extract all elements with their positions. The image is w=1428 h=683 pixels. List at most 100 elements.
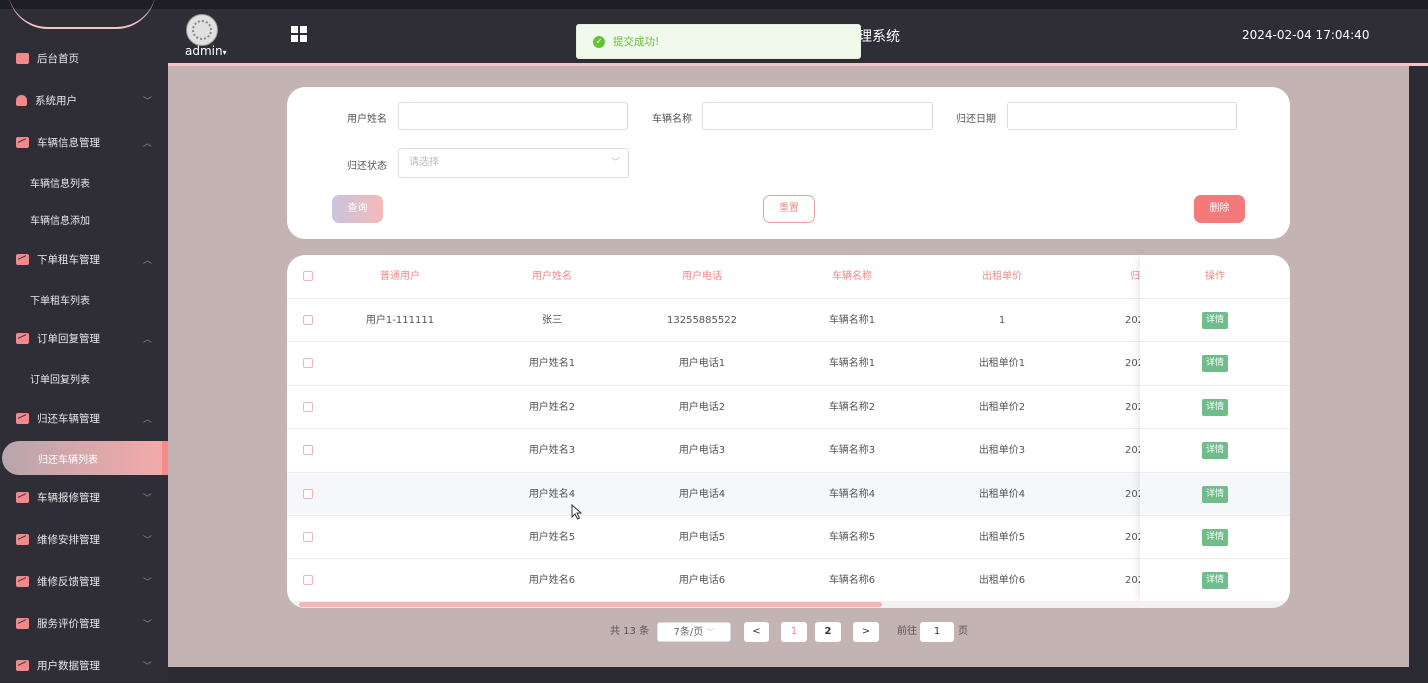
reset-button[interactable]: 重置 xyxy=(763,195,815,223)
page-2-button[interactable]: 2 xyxy=(815,622,841,642)
row-checkbox[interactable] xyxy=(303,532,313,542)
table-cell: 用户电话6 xyxy=(678,575,726,587)
sidebar-subitem-vehicle-add[interactable]: 车辆信息添加 xyxy=(0,202,168,236)
return-status-select[interactable]: 请选择 ﹀ xyxy=(398,148,629,178)
detail-button[interactable]: 详情 xyxy=(1202,398,1228,416)
sidebar-item-label: 归还车辆管理 xyxy=(37,412,100,425)
detail-button[interactable]: 详情 xyxy=(1202,572,1228,590)
sidebar-item-vehicle-info[interactable]: 车辆信息管理 ︿ xyxy=(0,124,168,160)
sidebar-subitem-label: 下单租车列表 xyxy=(30,295,90,307)
sidebar-item-service-review[interactable]: 服务评价管理 ﹀ xyxy=(0,605,168,641)
chevron-up-icon: ︿ xyxy=(142,255,152,266)
row-checkbox[interactable] xyxy=(303,575,313,586)
caret-down-icon: ▾ xyxy=(222,48,227,57)
goto-page-input[interactable]: 1 xyxy=(920,622,954,642)
table-horizontal-scrollbar[interactable] xyxy=(287,601,1290,608)
detail-button[interactable]: 详情 xyxy=(1202,312,1228,329)
prev-page-button[interactable]: < xyxy=(744,622,769,642)
sidebar-item-repair-feedback[interactable]: 维修反馈管理 ﹀ xyxy=(0,563,168,599)
avatar[interactable] xyxy=(186,14,218,46)
column-header: 用户电话 xyxy=(682,271,722,282)
column-header: 普通用户 xyxy=(380,271,420,282)
table-cell: 出租单价6 xyxy=(978,575,1026,587)
sidebar-item-label: 订单回复管理 xyxy=(37,332,100,345)
chart-icon xyxy=(16,617,29,629)
chevron-down-icon: ﹀ xyxy=(142,96,152,107)
detail-button[interactable]: 详情 xyxy=(1202,355,1228,373)
table-cell: 用户姓名6 xyxy=(528,575,576,587)
table-cell: 车辆名称1 xyxy=(828,358,876,370)
row-checkbox[interactable] xyxy=(303,315,313,325)
sidebar-item-vehicle-return[interactable]: 归还车辆管理 ︿ xyxy=(0,400,168,436)
column-header: 出租单价 xyxy=(982,271,1022,282)
select-all-checkbox[interactable] xyxy=(303,271,313,281)
sidebar-item-rental-orders[interactable]: 下单租车管理 ︿ xyxy=(0,241,168,277)
table-cell: 车辆名称3 xyxy=(828,445,876,457)
sidebar-item-label: 车辆报修管理 xyxy=(37,491,100,504)
row-checkbox[interactable] xyxy=(303,488,313,499)
vehicle-name-input[interactable] xyxy=(702,102,933,130)
return-date-label: 归还日期 xyxy=(956,114,996,125)
header-datetime: 2024-02-04 17:04:40 xyxy=(1242,28,1370,42)
goto-label: 前往 xyxy=(897,626,917,637)
detail-button[interactable]: 详情 xyxy=(1202,485,1228,503)
sidebar-item-home[interactable]: 后台首页 xyxy=(0,40,168,76)
operations-cell: 详情 xyxy=(1140,471,1290,516)
table-cell: 张三 xyxy=(542,315,562,326)
detail-button[interactable]: 详情 xyxy=(1202,529,1228,546)
monitor-icon xyxy=(16,52,29,64)
data-table: 普通用户 用户姓名 用户电话 车辆名称 出租单价 归 用户1-111111 张三 1… xyxy=(287,255,1290,608)
grid-menu-icon[interactable] xyxy=(291,26,307,42)
row-checkbox[interactable] xyxy=(303,445,313,456)
operations-cell: 详情 xyxy=(1140,298,1290,342)
success-toast: ✓ 提交成功! xyxy=(576,24,861,59)
sidebar-subitem-rental-list[interactable]: 下单租车列表 xyxy=(0,282,168,316)
chevron-up-icon: ︿ xyxy=(142,414,152,425)
next-page-button[interactable]: > xyxy=(853,622,879,642)
sidebar-item-label: 车辆信息管理 xyxy=(37,136,100,149)
chevron-down-icon: ﹀ xyxy=(142,493,152,504)
sidebar-item-user-data[interactable]: 用户数据管理 ﹀ xyxy=(0,647,168,683)
table-cell xyxy=(335,429,465,472)
chart-icon xyxy=(16,253,29,265)
table-cell: 出租单价5 xyxy=(978,532,1026,543)
user-name-input[interactable] xyxy=(398,102,628,130)
total-count: 共 13 条 xyxy=(610,626,650,637)
sidebar-subitem-label: 车辆信息添加 xyxy=(30,215,90,227)
username: admin xyxy=(185,44,223,58)
table-cell: 用户电话4 xyxy=(678,488,726,500)
operations-cell: 详情 xyxy=(1140,384,1290,429)
select-placeholder: 请选择 xyxy=(409,157,439,168)
sidebar-item-label: 后台首页 xyxy=(37,52,79,65)
page-1-button[interactable]: 1 xyxy=(781,622,807,642)
page-scrollbar[interactable] xyxy=(1409,66,1428,667)
operations-cell: 详情 xyxy=(1140,558,1290,602)
return-date-input[interactable] xyxy=(1007,102,1237,130)
query-button[interactable]: 查询 xyxy=(332,195,383,223)
page-size-select[interactable]: 7条/页 ﹀ xyxy=(657,622,731,642)
sidebar-subitem-return-list[interactable]: 归还车辆列表 xyxy=(2,441,168,475)
table-cell xyxy=(335,386,465,429)
table-cell: 用户电话2 xyxy=(678,401,726,413)
sidebar-item-order-reply[interactable]: 订单回复管理 ︿ xyxy=(0,320,168,356)
table-cell: 用户姓名5 xyxy=(528,532,576,543)
chevron-up-icon: ︿ xyxy=(142,138,152,149)
sidebar-subitem-reply-list[interactable]: 订单回复列表 xyxy=(0,361,168,395)
return-status-label: 归还状态 xyxy=(347,161,387,172)
row-checkbox[interactable] xyxy=(303,358,313,369)
table-cell: 用户电话1 xyxy=(678,358,726,370)
sidebar-item-system-users[interactable]: 系统用户 ﹀ xyxy=(0,82,168,118)
column-header: 操作 xyxy=(1205,271,1225,282)
chevron-down-icon: ﹀ xyxy=(142,619,152,630)
user-menu[interactable]: admin▾ xyxy=(185,44,227,58)
chart-icon xyxy=(16,659,29,671)
sidebar-item-repair-report[interactable]: 车辆报修管理 ﹀ xyxy=(0,479,168,515)
table-cell: 车辆名称6 xyxy=(828,575,876,587)
chevron-down-icon: ﹀ xyxy=(142,577,152,588)
sidebar-item-repair-schedule[interactable]: 维修安排管理 ﹀ xyxy=(0,521,168,557)
delete-button[interactable]: 删除 xyxy=(1194,195,1245,223)
row-checkbox[interactable] xyxy=(303,401,313,412)
detail-button[interactable]: 详情 xyxy=(1202,442,1228,460)
scrollbar-thumb[interactable] xyxy=(299,602,882,607)
sidebar-subitem-vehicle-list[interactable]: 车辆信息列表 xyxy=(0,165,168,199)
